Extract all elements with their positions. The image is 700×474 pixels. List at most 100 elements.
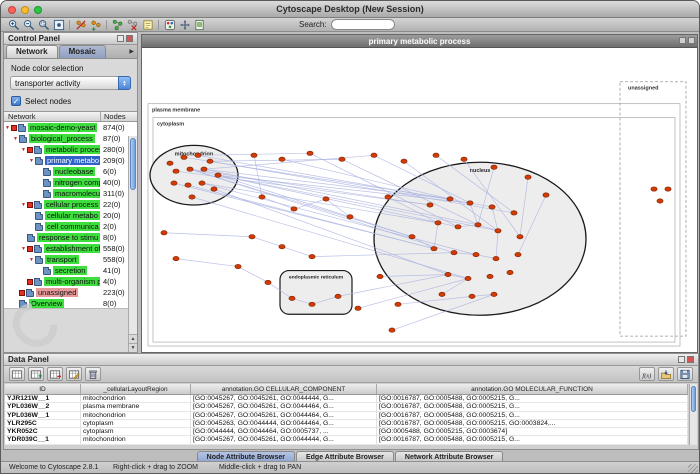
network-node[interactable]	[199, 181, 205, 185]
manual-layout-icon[interactable]	[177, 18, 192, 31]
float-view-icon[interactable]	[679, 37, 686, 44]
formula-builder-icon[interactable]: f(x)	[639, 367, 655, 381]
network-node[interactable]	[489, 205, 495, 209]
network-node[interactable]	[433, 153, 439, 157]
network-node[interactable]	[395, 302, 401, 306]
tab-scroll-right-icon[interactable]: ▶	[129, 48, 134, 55]
scrollbar-thumb[interactable]	[130, 138, 136, 190]
network-node[interactable]	[171, 181, 177, 185]
network-node[interactable]	[657, 199, 663, 203]
scroll-down-icon[interactable]: ▼	[129, 343, 137, 352]
tree-row-transport[interactable]: ▼ transport 558(0)	[4, 254, 137, 265]
import-attributes-icon[interactable]	[658, 367, 674, 381]
resize-grip[interactable]	[688, 464, 698, 474]
tree-row-cellular-metabo[interactable]: cellular metabo 20(0)	[4, 210, 137, 221]
network-edge[interactable]	[252, 237, 282, 247]
title-bar[interactable]: Cytoscape Desktop (New Session)	[1, 1, 699, 18]
tree-row-primary-metabo[interactable]: ▼ primary metabo 209(0)	[4, 155, 137, 166]
network-node[interactable]	[435, 221, 441, 225]
tree-scrollbar[interactable]: ▲ ▼	[128, 136, 137, 352]
tree-row-metabolic-process[interactable]: ▼ metabolic process 280(0)	[4, 144, 137, 155]
zoom-fit-icon[interactable]	[51, 18, 66, 31]
network-node[interactable]	[495, 229, 501, 233]
network-node[interactable]	[389, 328, 395, 332]
expander-triangle-icon[interactable]: ▼	[20, 202, 27, 208]
network-node[interactable]	[651, 187, 657, 191]
table-scrollbar[interactable]	[689, 384, 697, 445]
table-row[interactable]: YJR121W__1mitochondrion[GO:0045267, GO:0…	[5, 395, 688, 403]
expander-triangle-icon[interactable]: ▼	[28, 257, 35, 263]
network-view-titlebar[interactable]: primary metabolic process	[142, 35, 697, 48]
column-header-cellularlayoutregion[interactable]: _cellularLayoutRegion	[81, 384, 191, 394]
tree-row-response-to-stimu[interactable]: response to stimu 8(0)	[4, 232, 137, 243]
show-all-icon[interactable]	[88, 18, 103, 31]
network-node[interactable]	[309, 254, 315, 258]
network-node[interactable]	[289, 296, 295, 300]
network-node[interactable]	[439, 292, 445, 296]
network-node[interactable]	[507, 270, 513, 274]
zoom-in-icon[interactable]	[6, 18, 21, 31]
table-row[interactable]: YPL036W__2plasma membrane[GO:0045267, GO…	[5, 403, 688, 411]
network-node[interactable]	[455, 225, 461, 229]
network-node[interactable]	[347, 215, 353, 219]
network-node[interactable]	[493, 256, 499, 260]
expander-triangle-icon[interactable]: ▼	[28, 158, 35, 164]
network-node[interactable]	[665, 187, 671, 191]
network-canvas-svg[interactable]: plasma membranecytoplasmmitochondrionnuc…	[142, 48, 697, 352]
network-node[interactable]	[249, 235, 255, 239]
network-node[interactable]	[465, 276, 471, 280]
tree-row-nitrogen-compo[interactable]: nitrogen compo 40(0)	[4, 177, 137, 188]
tab-mosaic[interactable]: Mosaic	[59, 45, 106, 58]
select-nodes-checkbox[interactable]: ✓	[11, 96, 21, 106]
network-node[interactable]	[259, 195, 265, 199]
network-node[interactable]	[371, 153, 377, 157]
network-node[interactable]	[469, 294, 475, 298]
network-edge[interactable]	[164, 233, 252, 237]
tree-row-nucleobase[interactable]: nucleobase 6(0)	[4, 166, 137, 177]
close-view-icon[interactable]	[688, 37, 695, 44]
scroll-up-icon[interactable]: ▲	[129, 334, 137, 343]
clear-table-icon[interactable]	[85, 367, 101, 381]
close-data-panel-icon[interactable]	[687, 356, 694, 363]
network-edge[interactable]	[282, 247, 312, 257]
vizmapper-icon[interactable]	[162, 18, 177, 31]
network-canvas[interactable]: plasma membranecytoplasmmitochondrionnuc…	[142, 48, 697, 352]
tree-row-macromolecule[interactable]: macromolecule 311(0)	[4, 188, 137, 199]
network-node[interactable]	[265, 280, 271, 284]
network-edge[interactable]	[262, 197, 294, 209]
close-panel-icon[interactable]	[126, 35, 133, 42]
network-edge[interactable]	[238, 267, 268, 283]
network-node[interactable]	[215, 173, 221, 177]
new-network-from-selection-icon[interactable]	[110, 18, 125, 31]
network-node[interactable]	[487, 274, 493, 278]
zoom-selected-icon[interactable]	[36, 18, 51, 31]
attribute-create-icon[interactable]	[28, 367, 44, 381]
network-node[interactable]	[427, 203, 433, 207]
expander-triangle-icon[interactable]: ▼	[20, 246, 27, 252]
network-node[interactable]	[189, 195, 195, 199]
color-attribute-dropdown[interactable]: transporter activity ▲▼	[10, 76, 131, 90]
network-node[interactable]	[473, 252, 479, 256]
tree-row-establishment-of-lo[interactable]: ▼ establishment of lo 558(0)	[4, 243, 137, 254]
tree-row-multi-organism-pro[interactable]: multi-organism pro 4(0)	[4, 276, 137, 287]
network-node[interactable]	[377, 274, 383, 278]
network-node[interactable]	[279, 157, 285, 161]
network-node[interactable]	[401, 159, 407, 163]
tree-column-header[interactable]: Network Nodes	[4, 111, 137, 122]
nodes-column-header[interactable]: Nodes	[101, 112, 137, 121]
table-scrollbar-thumb[interactable]	[691, 386, 696, 412]
column-header-id[interactable]: ID	[5, 384, 81, 394]
network-node[interactable]	[291, 207, 297, 211]
tree-row-secretion[interactable]: secretion 41(0)	[4, 265, 137, 276]
network-node[interactable]	[515, 252, 521, 256]
search-input[interactable]	[331, 19, 395, 30]
network-node[interactable]	[235, 264, 241, 268]
table-row[interactable]: YDR039C__1mitochondrion[GO:0045267, GO:0…	[5, 436, 688, 444]
network-node[interactable]	[517, 235, 523, 239]
network-node[interactable]	[461, 157, 467, 161]
tree-row-cellular-process[interactable]: ▼ cellular process 22(0)	[4, 199, 137, 210]
network-node[interactable]	[431, 246, 437, 250]
network-node[interactable]	[323, 197, 329, 201]
network-node[interactable]	[185, 183, 191, 187]
table-row[interactable]: YKR052Ccytoplasm[GO:0044444, GO:0044464,…	[5, 428, 688, 436]
